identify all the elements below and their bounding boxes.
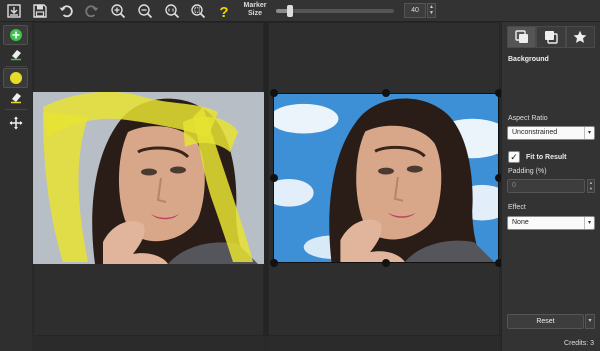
credits-counter: Credits: 3	[564, 340, 594, 347]
slider-thumb[interactable]	[287, 5, 294, 17]
reset-menu-chevron-icon[interactable]: ▾	[585, 314, 595, 329]
stepper-down[interactable]: ▼	[428, 10, 435, 16]
properties-panel: Background Aspect Ratio Unconstrained ▾ …	[501, 22, 600, 351]
zoom-in-button[interactable]	[109, 2, 127, 20]
crop-handle-left[interactable]	[270, 174, 278, 182]
effect-value: None	[512, 219, 529, 226]
help-button[interactable]: ?	[215, 2, 233, 20]
foreground-tab-icon	[544, 31, 558, 44]
aspect-ratio-value: Unconstrained	[512, 129, 558, 136]
chevron-down-icon: ▾	[584, 217, 594, 229]
effect-select[interactable]: None ▾	[507, 216, 595, 230]
crop-handle-bottom[interactable]	[382, 259, 390, 267]
undo-button[interactable]	[57, 2, 75, 20]
toolbar: ? Marker Size 40 ▲ ▼	[0, 0, 600, 22]
eraser-tool-yellow[interactable]	[3, 87, 28, 107]
aspect-ratio-select[interactable]: Unconstrained ▾	[507, 126, 595, 140]
input-canvas-footer	[33, 336, 264, 351]
undo-icon	[59, 5, 73, 18]
add-marker-icon	[9, 29, 22, 41]
portrait-with-sky-image	[274, 94, 498, 262]
tool-divider	[5, 109, 27, 110]
fit-to-result-checkbox[interactable]: ✓	[508, 151, 520, 163]
highlight-marker-tool[interactable]	[3, 68, 28, 88]
marker-size-label-line1: Marker	[243, 2, 267, 9]
marker-size-input[interactable]: 40	[404, 3, 426, 18]
marker-size-label: Marker Size	[240, 2, 270, 18]
zoom-actual-size-button[interactable]	[163, 2, 181, 20]
reset-button[interactable]: Reset	[507, 314, 584, 329]
help-icon: ?	[219, 4, 228, 19]
eraser-icon	[10, 93, 21, 104]
marker-size-slider[interactable]	[276, 5, 394, 17]
move-icon	[9, 116, 22, 130]
eraser-tool-green[interactable]	[3, 44, 28, 64]
tool-palette	[0, 22, 32, 351]
stepper-down[interactable]: ▼	[588, 186, 594, 192]
open-button[interactable]	[5, 2, 23, 20]
zoom-in-icon	[111, 4, 126, 19]
zoom-fit-button[interactable]	[189, 2, 207, 20]
slider-track	[276, 9, 394, 13]
portrait-image	[33, 92, 264, 264]
tool-divider	[5, 66, 27, 67]
zoom-fit-icon	[191, 4, 206, 19]
zoom-out-icon	[138, 4, 153, 19]
tab-foreground[interactable]	[536, 26, 566, 48]
zoom-out-button[interactable]	[136, 2, 154, 20]
add-marker-tool[interactable]	[3, 25, 28, 45]
result-photo[interactable]	[273, 93, 499, 263]
open-icon	[7, 4, 21, 18]
panel-tabs	[507, 26, 595, 48]
aspect-ratio-label: Aspect Ratio	[508, 115, 548, 122]
padding-stepper[interactable]: ▲ ▼	[587, 179, 595, 193]
eraser-icon	[10, 50, 21, 61]
marker-size-stepper[interactable]: ▲ ▼	[427, 3, 436, 18]
fit-to-result-label: Fit to Result	[526, 154, 567, 161]
padding-input[interactable]: 0	[507, 179, 585, 193]
effect-label: Effect	[508, 204, 526, 211]
marker-size-label-line2: Size	[247, 10, 262, 17]
save-button[interactable]	[31, 2, 49, 20]
padding-label: Padding (%)	[508, 168, 547, 175]
background-tab-icon	[514, 30, 528, 43]
chevron-down-icon: ▾	[584, 127, 594, 139]
zoom-actual-size-icon	[165, 4, 180, 19]
crop-handle-top[interactable]	[382, 89, 390, 97]
input-photo[interactable]	[33, 92, 264, 264]
svg-text:?: ?	[219, 4, 228, 19]
move-tool[interactable]	[3, 113, 28, 133]
save-icon	[33, 4, 47, 18]
tab-background[interactable]	[507, 26, 537, 48]
crop-handle-top-left[interactable]	[270, 89, 278, 97]
highlight-marker-icon	[9, 72, 22, 84]
crop-handle-bottom-left[interactable]	[270, 259, 278, 267]
effects-star-icon	[573, 30, 587, 43]
tab-effects[interactable]	[565, 26, 595, 48]
redo-button[interactable]	[83, 2, 101, 20]
section-title: Background	[508, 56, 549, 63]
result-canvas-footer	[268, 336, 500, 351]
redo-icon	[85, 5, 99, 18]
